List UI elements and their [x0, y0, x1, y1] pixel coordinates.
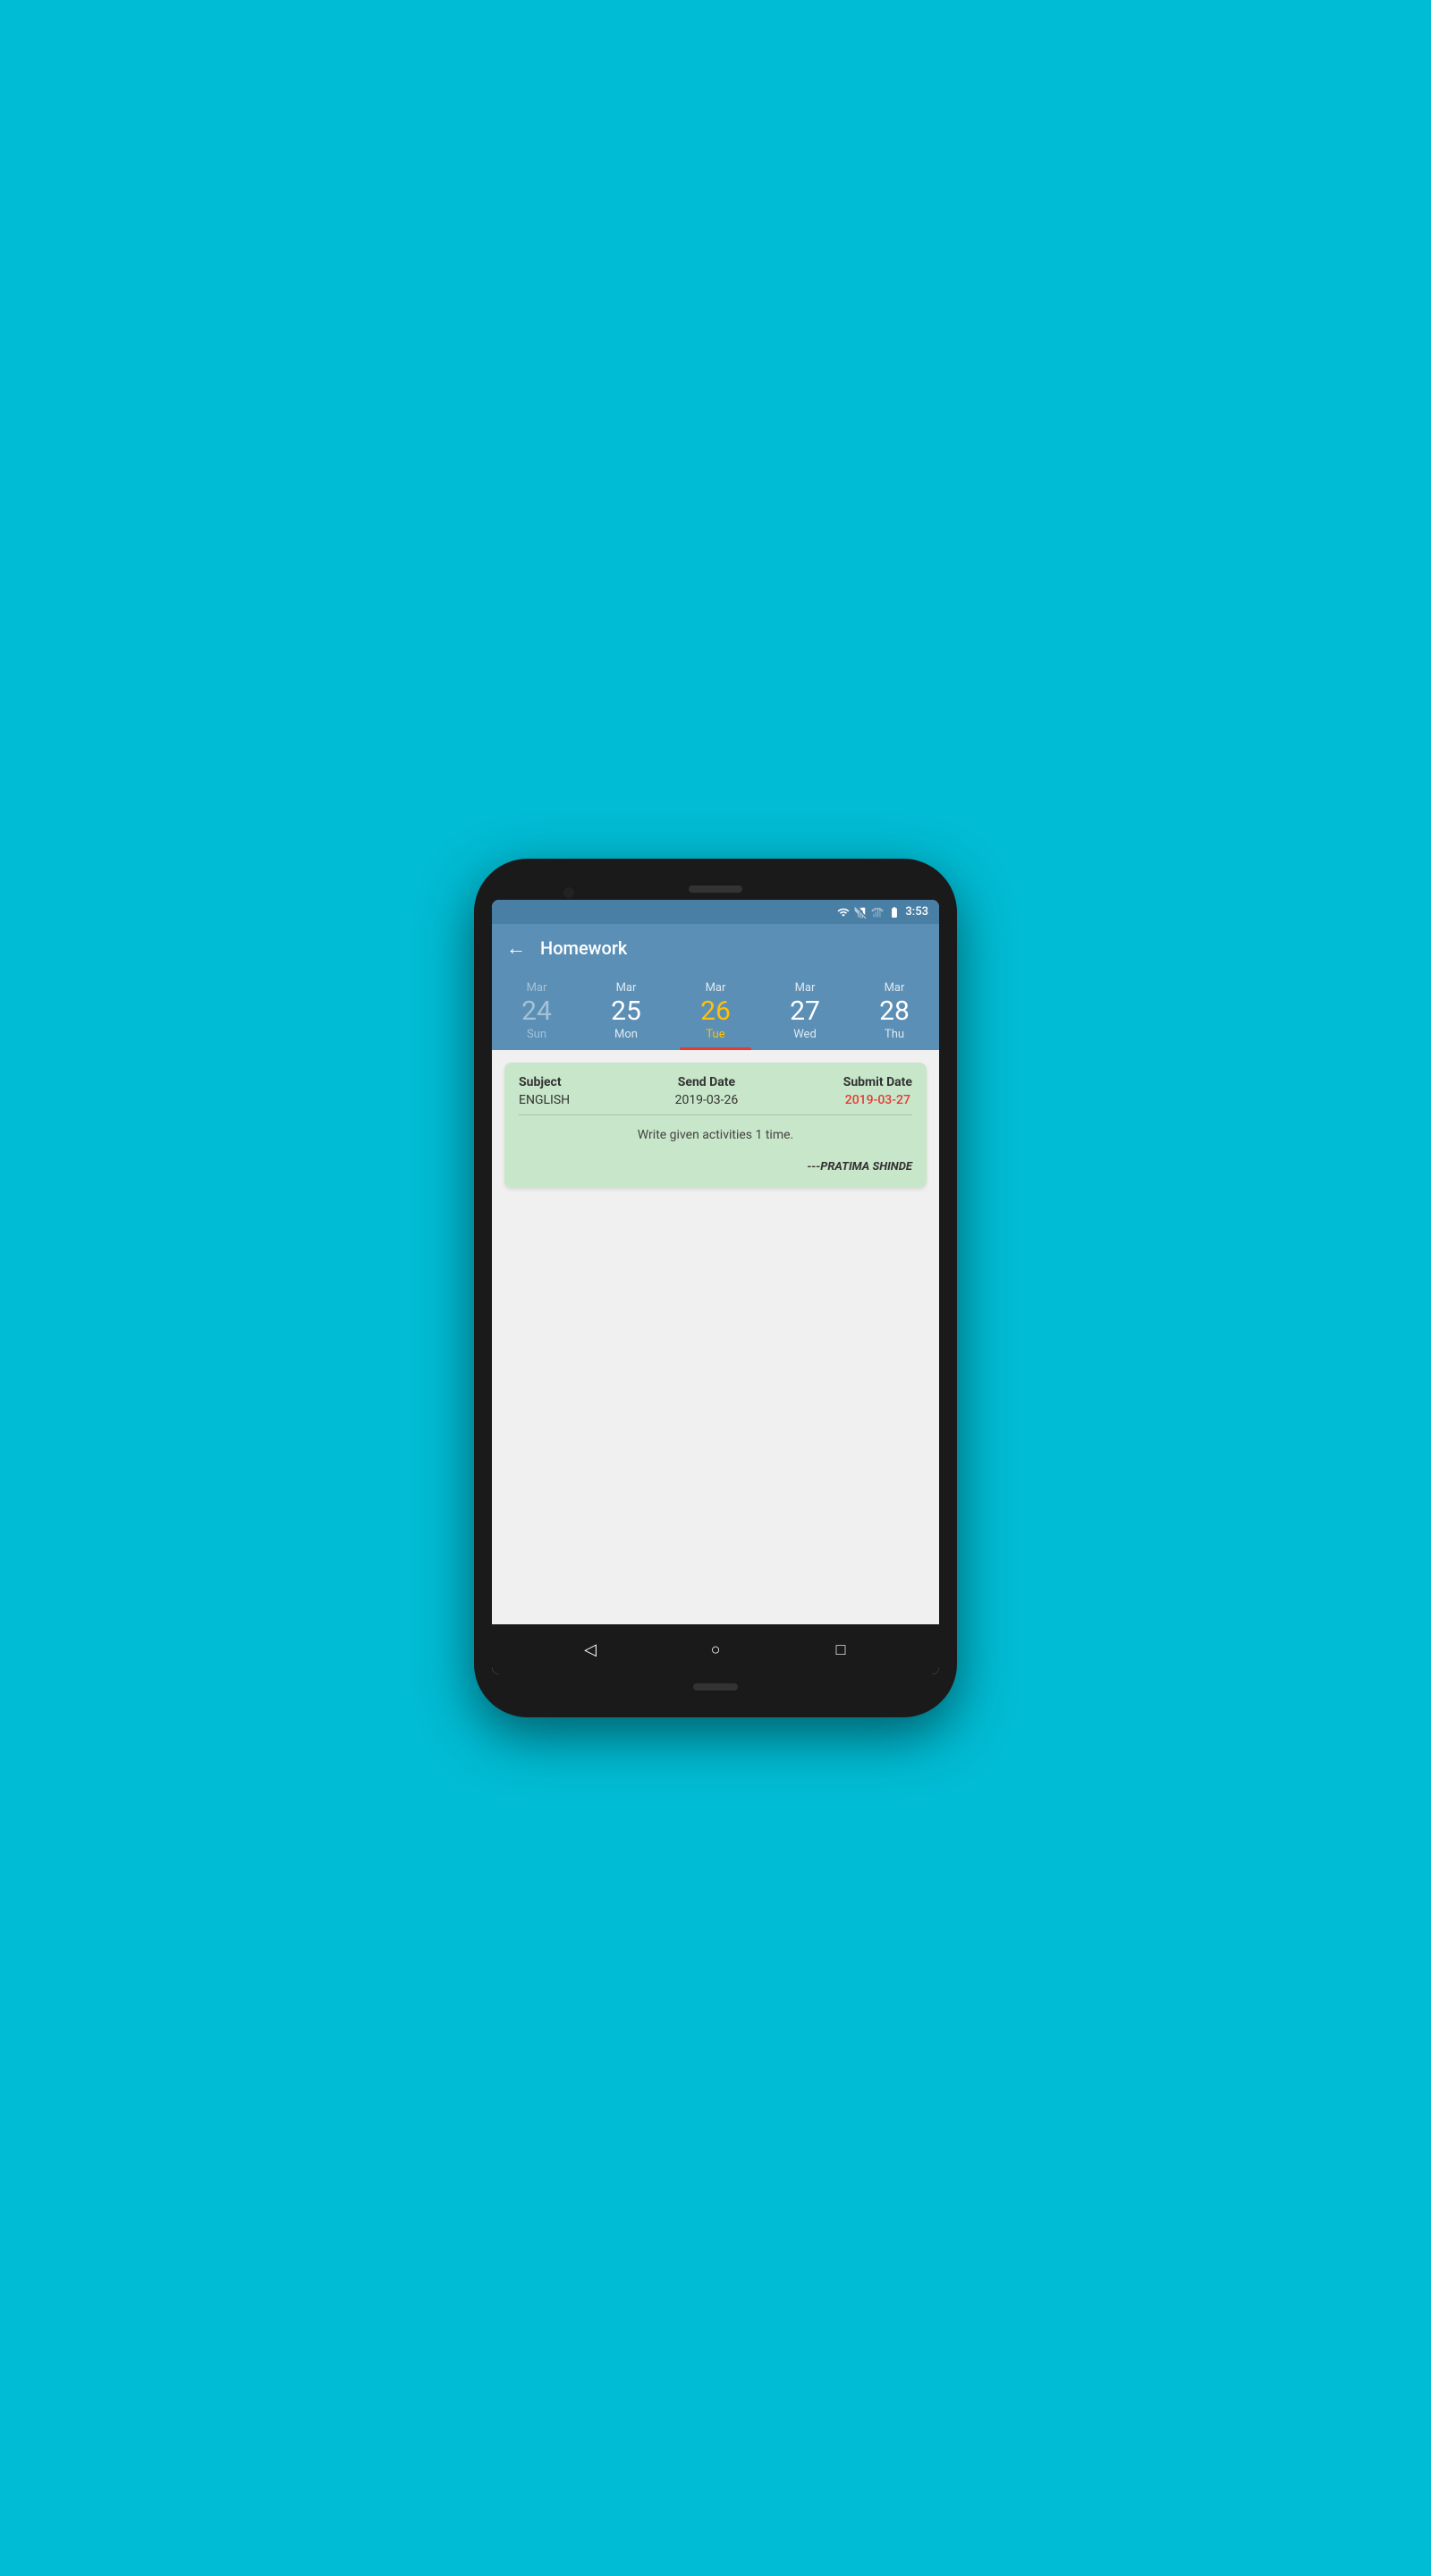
calendar-day-24[interactable]: Mar 24 Sun	[501, 981, 572, 1050]
submit-date-value: 2019-03-27	[845, 1093, 910, 1107]
home-nav-button[interactable]: ○	[698, 1631, 733, 1667]
phone-speaker	[689, 886, 742, 893]
cal-weekday-27: Wed	[793, 1028, 817, 1041]
content-area: Subject ENGLISH Send Date 2019-03-26 Sub…	[492, 1050, 939, 1624]
cal-month-28: Mar	[885, 981, 905, 995]
recent-nav-button[interactable]: □	[823, 1631, 859, 1667]
phone-screen: 3:53 ← Homework Mar 24 Sun Mar 25 Mon	[492, 900, 939, 1674]
status-icons: 3:53	[837, 905, 928, 919]
status-bar: 3:53	[492, 900, 939, 924]
signal-icon	[854, 906, 867, 919]
subject-label: Subject	[519, 1075, 570, 1089]
send-date-value: 2019-03-26	[675, 1093, 739, 1107]
send-date-label: Send Date	[678, 1075, 735, 1089]
homework-card: Subject ENGLISH Send Date 2019-03-26 Sub…	[504, 1063, 927, 1188]
signal-outline-icon	[871, 906, 884, 919]
cal-weekday-28: Thu	[885, 1028, 904, 1041]
cal-date-26: 26	[700, 996, 731, 1026]
calendar-day-28[interactable]: Mar 28 Thu	[859, 981, 930, 1050]
app-title: Homework	[540, 937, 627, 959]
card-header: Subject ENGLISH Send Date 2019-03-26 Sub…	[519, 1075, 912, 1107]
bottom-nav: ◁ ○ □	[492, 1624, 939, 1674]
calendar-day-26[interactable]: Mar 26 Tue	[680, 981, 751, 1050]
cal-date-24: 24	[521, 996, 552, 1026]
cal-weekday-25: Mon	[614, 1028, 638, 1041]
phone-top-bar	[492, 877, 939, 900]
subject-value: ENGLISH	[519, 1093, 570, 1107]
selected-indicator	[680, 1047, 751, 1050]
calendar-day-27[interactable]: Mar 27 Wed	[769, 981, 841, 1050]
cal-month-25: Mar	[616, 981, 637, 995]
card-author: ---PRATIMA SHINDE	[519, 1160, 912, 1174]
cal-date-25: 25	[611, 996, 641, 1026]
battery-icon	[888, 906, 901, 919]
cal-month-27: Mar	[795, 981, 816, 995]
phone-device: 3:53 ← Homework Mar 24 Sun Mar 25 Mon	[474, 859, 957, 1717]
calendar-day-25[interactable]: Mar 25 Mon	[590, 981, 662, 1050]
cal-weekday-24: Sun	[527, 1028, 546, 1041]
back-nav-button[interactable]: ◁	[572, 1631, 608, 1667]
phone-home-btn	[693, 1683, 738, 1690]
calendar-strip: Mar 24 Sun Mar 25 Mon Mar 26 Tue Mar 27	[492, 972, 939, 1050]
status-time: 3:53	[905, 905, 928, 919]
cal-weekday-26: Tue	[706, 1028, 724, 1041]
cal-date-27: 27	[790, 996, 820, 1026]
card-divider	[519, 1114, 912, 1115]
wifi-icon	[837, 906, 850, 919]
phone-camera	[563, 887, 574, 898]
phone-bottom-bar	[492, 1674, 939, 1699]
card-description: Write given activities 1 time.	[519, 1128, 912, 1142]
cal-month-26: Mar	[706, 981, 726, 995]
back-button[interactable]: ←	[506, 936, 526, 960]
app-bar: ← Homework	[492, 924, 939, 972]
cal-date-28: 28	[879, 996, 910, 1026]
submit-date-label: Submit Date	[843, 1075, 912, 1089]
cal-month-24: Mar	[527, 981, 547, 995]
